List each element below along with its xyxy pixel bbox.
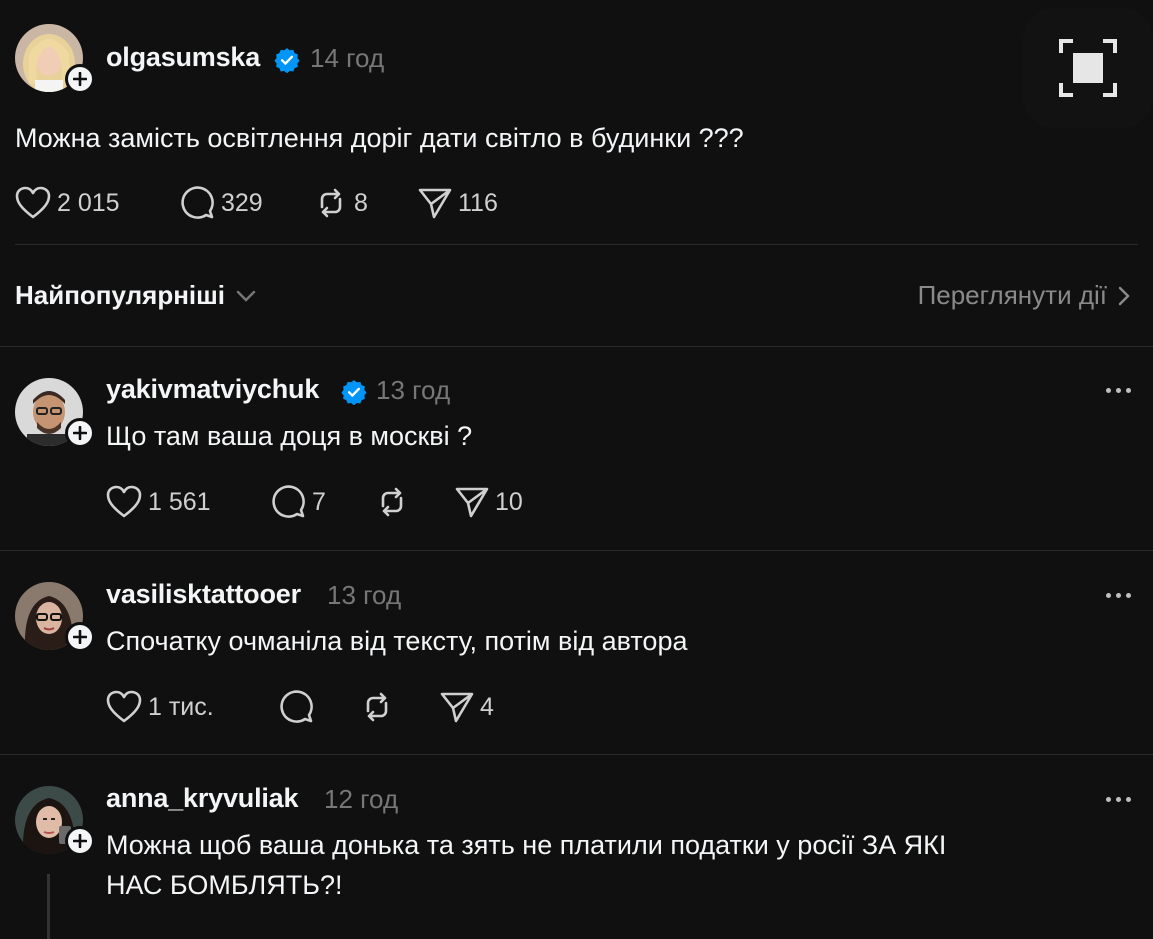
repost-button[interactable] — [375, 485, 409, 519]
follow-plus-icon[interactable] — [65, 622, 95, 652]
heart-icon — [15, 186, 51, 219]
follow-plus-icon[interactable] — [65, 826, 95, 856]
like-button[interactable]: 1 561 — [106, 485, 211, 519]
sort-dropdown[interactable]: Найпопулярніші — [15, 280, 257, 311]
share-button[interactable]: 116 — [418, 186, 498, 220]
verified-icon — [274, 48, 300, 73]
repost-icon — [320, 188, 342, 218]
reply-username[interactable]: yakivmatviychuk — [106, 374, 319, 405]
expand-icon — [1059, 39, 1117, 97]
verified-icon — [341, 380, 367, 405]
post-time: 14 год — [310, 43, 385, 73]
follow-plus-icon[interactable] — [65, 418, 95, 448]
reply-text-line1: Можна щоб ваша донька та зять не платили… — [106, 830, 947, 860]
reply-time: 12 год — [324, 784, 399, 814]
thread-line — [47, 874, 50, 939]
comment-button[interactable]: 7 — [272, 485, 326, 519]
share-count: 10 — [495, 487, 523, 516]
threads-post-page: olgasumska 14 год Можна замість освітлен… — [0, 0, 1153, 939]
reply-text-line2: НАС БОМБЛЯТЬ?! — [106, 870, 343, 900]
avatar[interactable] — [15, 378, 95, 448]
share-button[interactable]: 4 — [440, 690, 494, 724]
comment-button[interactable] — [280, 690, 314, 724]
reply-text: Що там ваша доця в москві ? — [106, 421, 473, 451]
comment-count: 329 — [221, 188, 263, 217]
view-activity-label: Переглянути дії — [917, 280, 1107, 310]
share-count: 4 — [480, 692, 494, 721]
repost-count: 8 — [354, 188, 368, 217]
comment-count: 7 — [312, 487, 326, 516]
comment-icon — [181, 186, 214, 219]
repost-icon — [381, 487, 403, 517]
reply-username[interactable]: vasilisktattooer — [106, 579, 301, 610]
repost-icon — [366, 692, 388, 722]
like-count: 1 тис. — [148, 692, 214, 721]
share-button[interactable]: 10 — [455, 485, 523, 519]
share-count: 116 — [458, 188, 498, 217]
avatar[interactable] — [15, 582, 95, 652]
share-icon — [455, 487, 489, 518]
reply-text: Спочатку очманіла від тексту, потім від … — [106, 626, 688, 656]
reply-time: 13 год — [327, 580, 402, 610]
more-options-icon[interactable] — [1106, 593, 1131, 598]
like-button[interactable]: 2 015 — [15, 186, 120, 220]
chevron-right-icon — [1118, 286, 1130, 305]
divider — [0, 550, 1153, 551]
avatar[interactable] — [15, 24, 95, 94]
share-icon — [418, 188, 452, 219]
comment-button[interactable]: 329 — [181, 186, 263, 220]
share-icon — [440, 692, 474, 723]
more-options-icon[interactable] — [1106, 388, 1131, 393]
divider — [15, 244, 1138, 245]
reply-time: 13 год — [376, 375, 451, 405]
sort-label: Найпопулярніші — [15, 280, 226, 310]
repost-button[interactable] — [360, 690, 394, 724]
like-count: 2 015 — [57, 188, 120, 217]
post-text: Можна замість освітлення доріг дати світ… — [15, 123, 744, 153]
view-activity-link[interactable]: Переглянути дії — [918, 280, 1131, 311]
like-count: 1 561 — [148, 487, 211, 516]
more-options-icon[interactable] — [1106, 797, 1131, 802]
repost-button[interactable]: 8 — [314, 186, 368, 220]
comment-icon — [280, 690, 313, 723]
chevron-down-icon — [236, 290, 256, 302]
heart-icon — [106, 485, 142, 518]
comment-icon — [272, 485, 305, 518]
follow-plus-icon[interactable] — [65, 64, 95, 94]
post-username[interactable]: olgasumska — [106, 42, 260, 73]
reply-username[interactable]: anna_kryvuliak — [106, 783, 299, 814]
divider — [0, 346, 1153, 347]
avatar[interactable] — [15, 786, 95, 856]
expand-button[interactable] — [1023, 8, 1153, 128]
divider — [0, 754, 1153, 755]
heart-icon — [106, 690, 142, 723]
like-button[interactable]: 1 тис. — [106, 690, 214, 724]
